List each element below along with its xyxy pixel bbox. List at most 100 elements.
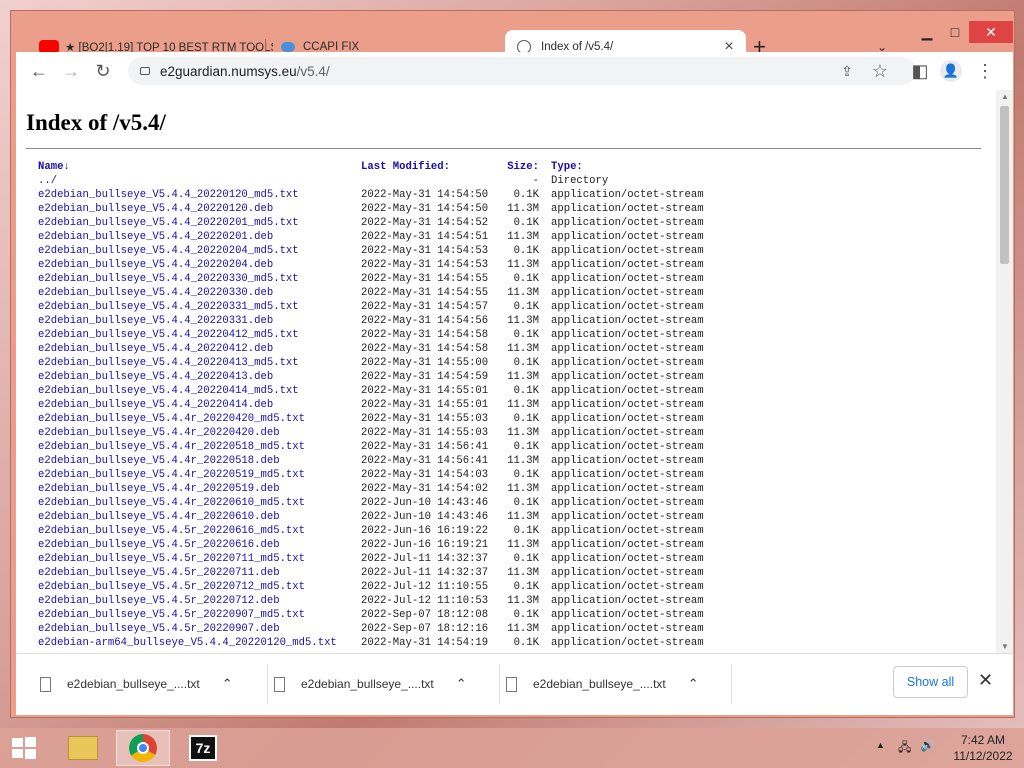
file-link[interactable]: e2debian_bullseye_V5.4.5r_20220711_md5.t… (38, 552, 361, 566)
scrollbar-thumb[interactable] (1000, 106, 1009, 264)
header-modified[interactable]: Last Modified: (361, 160, 499, 174)
download-filename: e2debian_bullseye_....txt (301, 677, 434, 691)
file-link[interactable]: e2debian_bullseye_V5.4.5r_20220712_md5.t… (38, 580, 361, 594)
file-link[interactable]: e2debian_bullseye_V5.4.4r_20220519_md5.t… (38, 468, 361, 482)
chevron-up-icon[interactable]: ⌃ (688, 676, 699, 692)
file-link[interactable]: e2debian_bullseye_V5.4.4_20220414.deb (38, 398, 361, 412)
show-all-button[interactable]: Show all (893, 666, 968, 698)
file-size: 11.3M (507, 455, 539, 467)
file-icon (506, 676, 517, 692)
windows-logo-icon (12, 737, 36, 759)
file-link[interactable]: e2debian_bullseye_V5.4.4r_20220519.deb (38, 482, 361, 496)
chevron-up-icon[interactable]: ⌃ (456, 676, 467, 692)
file-type: application/octet-stream (551, 371, 704, 383)
file-link[interactable]: e2debian_bullseye_V5.4.4_20220331.deb (38, 314, 361, 328)
side-panel-icon[interactable]: ◧ (909, 60, 931, 82)
file-link[interactable]: e2debian_bullseye_V5.4.4_20220412_md5.tx… (38, 328, 361, 342)
file-type: application/octet-stream (551, 343, 704, 355)
file-link[interactable]: e2debian_bullseye_V5.4.4_20220413.deb (38, 370, 361, 384)
file-link[interactable]: e2debian_bullseye_V5.4.4_20220331_md5.tx… (38, 300, 361, 314)
forward-arrow-icon[interactable]: → (60, 60, 82, 82)
clock[interactable]: 7:42 AM 11/12/2022 (950, 732, 1016, 764)
file-link[interactable]: e2debian_bullseye_V5.4.4r_20220420_md5.t… (38, 412, 361, 426)
file-size: 0.1K (513, 497, 539, 509)
file-link[interactable]: e2debian_bullseye_V5.4.4_20220414_md5.tx… (38, 384, 361, 398)
file-link[interactable]: e2debian_bullseye_V5.4.4_20220120_md5.tx… (38, 188, 361, 202)
file-link[interactable]: e2debian_bullseye_V5.4.4_20220201_md5.tx… (38, 216, 361, 230)
network-icon[interactable]: 🖧 (898, 738, 911, 759)
download-item[interactable]: e2debian_bullseye_....txt ⌃ (500, 664, 732, 704)
vertical-scrollbar[interactable]: ▲ ▼ (996, 90, 1013, 653)
file-link[interactable]: e2debian_bullseye_V5.4.5r_20220616_md5.t… (38, 524, 361, 538)
window-close-button[interactable]: ✕ (969, 21, 1013, 43)
file-link[interactable]: e2debian_bullseye_V5.4.5r_20220712.deb (38, 594, 361, 608)
file-size: 0.1K (513, 385, 539, 397)
header-size[interactable]: Size: (499, 160, 539, 174)
header-type[interactable]: Type: (539, 160, 583, 174)
profile-avatar-icon[interactable]: 👤 (940, 60, 962, 82)
listing-row: e2debian_bullseye_V5.4.4_20220331.deb 202… (38, 314, 704, 328)
chevron-up-icon[interactable]: ⌃ (222, 676, 233, 692)
minimize-button[interactable]: ▁ (913, 21, 941, 43)
header-name[interactable]: Name↓ (38, 160, 361, 174)
file-type: application/octet-stream (551, 329, 704, 341)
chrome-icon (129, 734, 157, 762)
file-link[interactable]: e2debian_bullseye_V5.4.4_20220204.deb (38, 258, 361, 272)
file-link[interactable]: e2debian_bullseye_V5.4.4_20220413_md5.tx… (38, 356, 361, 370)
close-downloads-icon[interactable]: ✕ (978, 670, 993, 691)
file-link[interactable]: e2debian_bullseye_V5.4.5r_20220616.deb (38, 538, 361, 552)
file-modified: 2022-May-31 14:54:02 (361, 483, 489, 495)
file-link[interactable]: e2debian_bullseye_V5.4.4_20220330_md5.tx… (38, 272, 361, 286)
file-link[interactable]: ../ (38, 174, 361, 188)
bookmark-star-icon[interactable]: ☆ (869, 60, 891, 82)
tray-chevron-icon[interactable]: ▲ (876, 740, 885, 750)
file-link[interactable]: e2debian_bullseye_V5.4.4r_20220610_md5.t… (38, 496, 361, 510)
maximize-button[interactable]: □ (941, 21, 969, 43)
download-item[interactable]: e2debian_bullseye_....txt ⌃ (268, 664, 500, 704)
chrome-button[interactable] (116, 730, 170, 766)
file-explorer-button[interactable] (56, 730, 110, 766)
file-link[interactable]: e2debian_bullseye_V5.4.4_20220120.deb (38, 202, 361, 216)
file-listing: Name↓ Last Modified: Size: Type: ../ - Dir… (38, 160, 704, 650)
file-type: application/octet-stream (551, 595, 704, 607)
reload-icon[interactable]: ↻ (92, 60, 114, 82)
file-type: application/octet-stream (551, 287, 704, 299)
listing-row: ../ - Directory (38, 174, 704, 188)
file-link[interactable]: e2debian_bullseye_V5.4.4r_20220518.deb (38, 454, 361, 468)
back-arrow-icon[interactable]: ← (28, 60, 50, 82)
scroll-down-arrow-icon[interactable]: ▼ (1001, 642, 1009, 651)
menu-kebab-icon[interactable]: ⋮ (974, 60, 996, 82)
download-item[interactable]: e2debian_bullseye_....txt ⌃ (36, 664, 268, 704)
file-modified: 2022-May-31 14:54:50 (361, 189, 489, 201)
file-link[interactable]: e2debian-arm64_bullseye_V5.4.4_20220120_… (38, 636, 361, 650)
share-icon[interactable]: ⇪ (836, 60, 858, 82)
file-link[interactable]: e2debian_bullseye_V5.4.5r_20220711.deb (38, 566, 361, 580)
file-type: Directory (551, 175, 609, 187)
7zip-button[interactable]: 7z (176, 730, 230, 766)
file-link[interactable]: e2debian_bullseye_V5.4.4_20220204_md5.tx… (38, 244, 361, 258)
file-link[interactable]: e2debian_bullseye_V5.4.4_20220330.deb (38, 286, 361, 300)
file-link[interactable]: e2debian_bullseye_V5.4.4r_20220420.deb (38, 426, 361, 440)
taskbar: 7z ▲ 🖧 🔊 7:42 AM 11/12/2022 (0, 728, 1024, 768)
file-type: application/octet-stream (551, 399, 704, 411)
file-size: 11.3M (507, 511, 539, 523)
download-filename: e2debian_bullseye_....txt (67, 677, 200, 691)
file-size: 11.3M (507, 231, 539, 243)
scroll-up-arrow-icon[interactable]: ▲ (1001, 92, 1009, 101)
listing-row: e2debian_bullseye_V5.4.4r_20220420_md5.t… (38, 412, 704, 426)
file-link[interactable]: e2debian_bullseye_V5.4.4_20220201.deb (38, 230, 361, 244)
start-button[interactable] (0, 730, 48, 766)
file-size: 0.1K (513, 273, 539, 285)
volume-icon[interactable]: 🔊 (920, 738, 935, 752)
lock-icon (140, 67, 150, 75)
file-link[interactable]: e2debian_bullseye_V5.4.4r_20220518_md5.t… (38, 440, 361, 454)
file-size: 0.1K (513, 329, 539, 341)
address-bar[interactable]: e2guardian.numsys.eu/v5.4/ (128, 57, 916, 85)
file-link[interactable]: e2debian_bullseye_V5.4.5r_20220907.deb (38, 622, 361, 636)
listing-header-row: Name↓ Last Modified: Size: Type: (38, 160, 704, 174)
listing-row: e2debian_bullseye_V5.4.5r_20220712_md5.t… (38, 580, 704, 594)
file-link[interactable]: e2debian_bullseye_V5.4.4r_20220610.deb (38, 510, 361, 524)
file-size: 11.3M (507, 595, 539, 607)
file-link[interactable]: e2debian_bullseye_V5.4.5r_20220907_md5.t… (38, 608, 361, 622)
file-link[interactable]: e2debian_bullseye_V5.4.4_20220412.deb (38, 342, 361, 356)
